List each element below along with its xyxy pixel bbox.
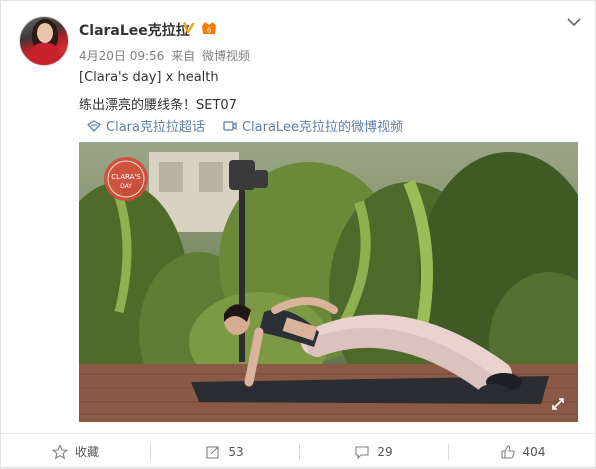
video-badge-line-1: CLARA'S <box>111 173 141 181</box>
fullscreen-icon[interactable] <box>550 396 566 412</box>
source-prefix: 来自 <box>171 49 196 63</box>
post-text-line-1: [Clara's day] x health <box>79 70 219 85</box>
action-bar: 收藏 53 29 404 <box>1 433 596 469</box>
post-text-line-2: 练出漂亮的腰线条！SET07 <box>79 98 237 113</box>
topic-label: ClaraLee克拉拉的微博视频 <box>241 120 403 135</box>
video-badge-line-2: DAY <box>120 183 132 190</box>
repost-count: 53 <box>228 444 244 459</box>
author-name[interactable]: ClaraLee克拉拉 <box>79 20 190 40</box>
post-meta: 4月20日 09:56 来自 微博视频 <box>79 47 253 64</box>
repost-icon <box>206 445 219 459</box>
topic-link-supertopic[interactable]: Clara克拉拉超话 <box>87 116 205 135</box>
chevron-down-icon[interactable] <box>567 17 581 27</box>
post-source[interactable]: 微博视频 <box>202 49 250 63</box>
post-time[interactable]: 4月20日 09:56 <box>79 49 164 63</box>
verified-icon[interactable] <box>182 21 196 35</box>
like-count: 404 <box>522 444 546 459</box>
comment-count: 29 <box>377 444 393 459</box>
topic-links: Clara克拉拉超话 ClaraLee克拉拉的微博视频 <box>87 116 421 135</box>
thumbs-up-icon <box>500 444 515 459</box>
video-player[interactable]: CLARA'S DAY <box>79 142 578 422</box>
topic-label: Clara克拉拉超话 <box>106 120 205 135</box>
weibo-post-card: ClaraLee克拉拉 6 4月20日 09:56 来自 微博视频 [Clara… <box>0 0 596 468</box>
topic-link-video[interactable]: ClaraLee克拉拉的微博视频 <box>223 116 403 135</box>
comment-button[interactable]: 29 <box>299 434 448 469</box>
svg-text:6: 6 <box>207 27 212 35</box>
video-icon <box>223 120 237 131</box>
repost-button[interactable]: 53 <box>150 434 299 469</box>
vip-badge-icon[interactable]: 6 <box>200 20 218 36</box>
like-button[interactable]: 404 <box>448 434 596 469</box>
favorite-button[interactable]: 收藏 <box>1 434 150 469</box>
supertopic-icon <box>87 119 101 132</box>
video-frame: CLARA'S DAY <box>79 142 578 422</box>
author-avatar[interactable] <box>19 16 69 66</box>
favorite-label: 收藏 <box>74 445 99 459</box>
comment-icon <box>355 445 369 459</box>
star-icon <box>51 443 68 459</box>
